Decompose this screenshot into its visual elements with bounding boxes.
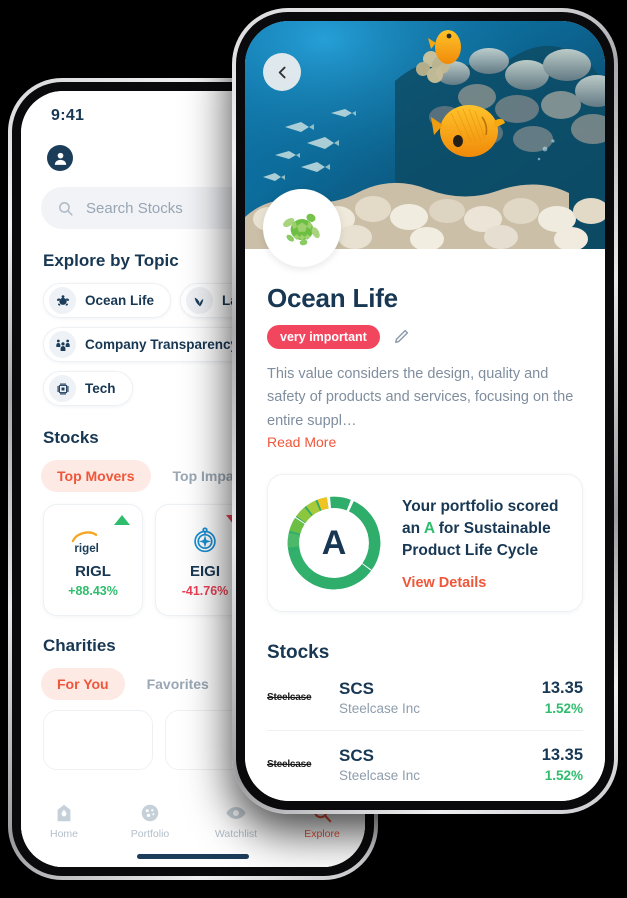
chevron-left-icon [278, 66, 286, 78]
back-button[interactable] [263, 53, 301, 91]
company-logo: Steelcase [267, 692, 312, 704]
stock-change: -41.76% [181, 583, 229, 598]
sea-turtle-icon [283, 213, 320, 246]
stock-info: SCS Steelcase Inc [339, 746, 542, 783]
topic-chip-label: Company Transparency [85, 337, 239, 352]
topic-description: This value considers the design, quality… [267, 366, 574, 429]
importance-badge: very important [267, 325, 380, 349]
topic-chip-label: Tech [85, 381, 116, 396]
topic-logo [263, 189, 341, 267]
score-text-block: Your portfolio scored an A for Sustainab… [402, 496, 568, 591]
people-icon [49, 331, 76, 358]
nav-label: Watchlist [214, 828, 258, 840]
ocean-life-screen: Ocean Life very important This value con… [245, 21, 605, 801]
status-time: 9:41 [51, 107, 85, 124]
trend-up-icon [114, 515, 130, 525]
home-icon [57, 804, 71, 822]
charity-card[interactable] [43, 710, 153, 770]
table-row[interactable]: Steelcase SCS Steelcase Inc 13.35 1.52% [267, 664, 583, 732]
table-row[interactable]: Steelcase SCS Steelcase Inc 13.35 1.52% [267, 731, 583, 797]
topic-chip-ocean-life[interactable]: Ocean Life [43, 283, 172, 318]
tab-for-you[interactable]: For You [41, 668, 125, 700]
tab-favorites[interactable]: Favorites [131, 668, 225, 700]
stock-card-rigl[interactable]: rigel RIGL +88.43% [43, 504, 143, 616]
phone-screen-ocean-life: Ocean Life very important This value con… [245, 21, 605, 801]
stock-ticker: EIGI [189, 562, 220, 580]
phone-bezel: Ocean Life very important This value con… [236, 12, 614, 810]
chip-icon [49, 375, 76, 402]
search-placeholder: Search Stocks [86, 199, 183, 217]
phone-mockup-ocean-life: Ocean Life very important This value con… [232, 8, 618, 814]
badge-row: very important [267, 325, 583, 349]
nav-item-portfolio[interactable]: Portfolio [107, 802, 193, 840]
nav-label: Portfolio [130, 828, 170, 840]
rigel-logo-icon: rigel [62, 523, 124, 557]
detail-content: Ocean Life very important This value con… [245, 283, 605, 797]
gauge-grade: A [321, 523, 347, 562]
compass-icon [188, 523, 222, 557]
nav-label: Home [49, 828, 78, 840]
company-logo: Steelcase [267, 759, 312, 771]
portfolio-score-card[interactable]: A Your portfolio scored an A for Sustain… [267, 474, 583, 613]
stock-change: 1.52% [544, 768, 583, 784]
stock-price: 13.35 [541, 746, 583, 765]
turtle-icon [49, 287, 76, 314]
portfolio-icon [141, 804, 159, 822]
stock-change: 1.52% [544, 701, 583, 717]
stock-values: 13.35 1.52% [542, 679, 583, 716]
topic-chip-company-transparency[interactable]: Company Transparency [43, 327, 256, 362]
score-description: Your portfolio scored an A for Sustainab… [402, 496, 568, 562]
nav-item-home[interactable]: Home [21, 802, 107, 840]
user-avatar-icon[interactable] [47, 145, 73, 171]
stock-name: Steelcase Inc [339, 768, 421, 784]
search-icon [59, 201, 73, 216]
leaf-icon [186, 287, 214, 314]
edit-pencil-icon[interactable] [392, 328, 410, 346]
nav-label: Explore [304, 828, 340, 840]
stock-name: Steelcase Inc [339, 701, 421, 717]
score-gauge: A [282, 491, 386, 595]
score-grade-inline: A [423, 519, 435, 537]
stock-price: 13.35 [541, 679, 583, 698]
stock-symbol: SCS [339, 746, 374, 766]
view-details-link[interactable]: View Details [402, 575, 568, 591]
topic-chip-tech[interactable]: Tech [43, 371, 133, 406]
stock-change: +88.43% [68, 583, 118, 598]
stocks-heading: Stocks [267, 642, 330, 664]
tab-top-movers[interactable]: Top Movers [41, 460, 151, 492]
topic-chip-label: Ocean Life [85, 293, 155, 308]
read-more-link[interactable]: Read More [267, 434, 583, 450]
eye-icon [226, 807, 246, 819]
svg-text:rigel: rigel [74, 542, 99, 555]
stock-ticker: RIGL [75, 562, 111, 580]
home-indicator [137, 854, 249, 859]
stock-symbol: SCS [339, 679, 374, 699]
stock-info: SCS Steelcase Inc [339, 679, 542, 716]
stock-values: 13.35 1.52% [542, 746, 583, 783]
screenshot-stage: 9:41 Explore Search Stocks Explore by To… [0, 0, 627, 898]
topic-title: Ocean Life [267, 283, 398, 313]
